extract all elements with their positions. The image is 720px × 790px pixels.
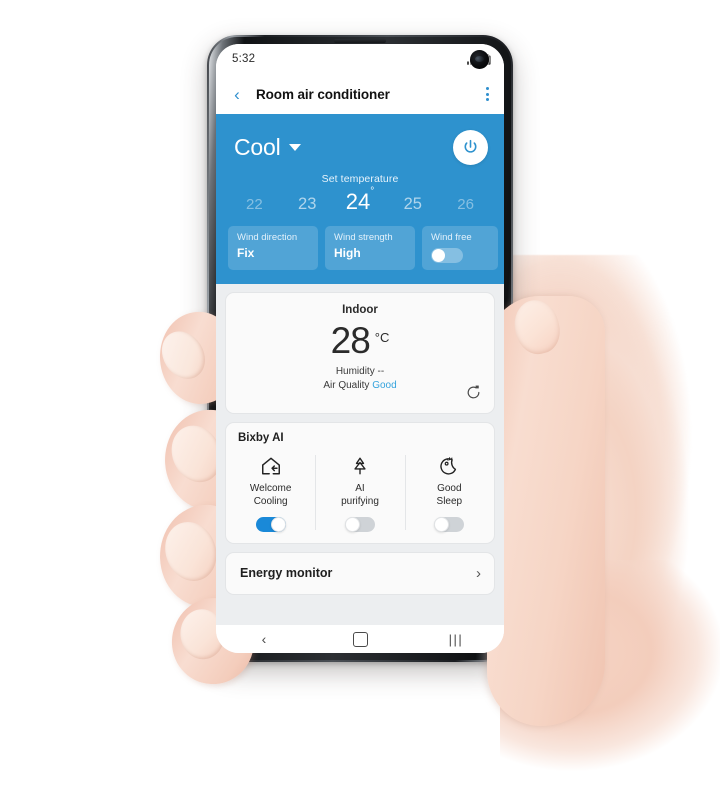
welcome-cooling-toggle[interactable] — [255, 516, 286, 532]
bixby-item-label: AI purifying — [341, 482, 379, 508]
power-button[interactable] — [453, 129, 488, 165]
chip-wind-direction[interactable]: Wind direction Fix — [228, 226, 318, 270]
ai-purifying-toggle[interactable] — [344, 516, 375, 532]
indoor-temp-unit: °C — [374, 329, 390, 345]
temp-option-22[interactable]: 22 — [228, 196, 281, 213]
label-line-2: Sleep — [436, 495, 463, 507]
bixby-items: Welcome Cooling AI purifying Good Sleep — [226, 453, 494, 532]
indoor-temp-value: 28 — [330, 319, 371, 361]
bixby-item-label: Welcome Cooling — [250, 482, 292, 508]
label-line-2: purifying — [341, 495, 379, 507]
label-line-1: AI — [355, 482, 365, 494]
chip-wind-strength[interactable]: Wind strength High — [325, 226, 415, 270]
bixby-title: Bixby AI — [238, 431, 284, 444]
scene: 5:32 ‹ Room air conditioner Cool Set tem… — [0, 0, 720, 790]
nav-back-icon[interactable]: ‹ — [244, 631, 284, 647]
chip-key: Wind free — [431, 232, 472, 243]
ac-control-panel: Cool Set temperature 22 23 24° 25 26 Win… — [216, 114, 504, 284]
bixby-item-ai-purifying[interactable]: AI purifying — [315, 453, 404, 532]
mode-label: Cool — [234, 133, 281, 160]
chip-value: Fix — [237, 245, 255, 260]
front-camera-punch-hole — [470, 50, 489, 69]
nav-home-icon[interactable] — [340, 631, 380, 647]
temp-option-23[interactable]: 23 — [281, 195, 334, 214]
toggle-knob — [270, 516, 286, 532]
air-quality-value: Good — [372, 379, 397, 391]
degree-mark: ° — [370, 185, 375, 197]
toggle-knob — [344, 516, 360, 532]
air-quality-label: Air Quality — [323, 379, 370, 391]
refresh-icon — [467, 385, 480, 399]
power-icon — [464, 139, 477, 153]
label-line-1: Good — [437, 482, 462, 494]
selected-temp-value: 24 — [345, 189, 371, 214]
toggle-knob — [434, 516, 450, 532]
app-bar: ‹ Room air conditioner — [216, 74, 504, 114]
phone-device: 5:32 ‹ Room air conditioner Cool Set tem… — [207, 35, 513, 662]
chevron-down-icon — [288, 143, 301, 151]
temp-option-26[interactable]: 26 — [439, 196, 492, 213]
status-clock: 5:32 — [232, 53, 256, 65]
palm-highlight — [505, 300, 720, 770]
fingernail — [153, 323, 214, 387]
mode-row: Cool — [216, 125, 504, 169]
chip-value: High — [334, 245, 361, 260]
energy-monitor-label: Energy monitor — [240, 566, 333, 581]
ai-purifying-tree-icon — [348, 453, 372, 479]
humidity-row: Humidity -- — [226, 366, 494, 377]
indoor-title: Indoor — [342, 303, 378, 316]
set-temperature-label: Set temperature — [321, 173, 399, 185]
refresh-button[interactable] — [465, 384, 482, 406]
chip-wind-free[interactable]: Wind free — [422, 226, 498, 270]
android-nav-bar: ‹ ||| — [216, 625, 504, 653]
bixby-item-good-sleep[interactable]: Good Sleep — [404, 453, 494, 532]
label-line-2: Cooling — [253, 495, 288, 507]
chip-key: Wind strength — [334, 232, 393, 243]
mode-selector[interactable]: Cool — [234, 134, 301, 161]
temperature-dial[interactable]: 22 23 24° 25 26 — [216, 185, 504, 215]
good-sleep-toggle[interactable] — [434, 516, 465, 532]
welcome-cooling-house-icon — [259, 453, 283, 479]
content-area: Indoor 28 °C Humidity -- Air Quality Goo… — [216, 283, 504, 653]
humidity-label: Humidity — [335, 365, 375, 377]
phone-screen: 5:32 ‹ Room air conditioner Cool Set tem… — [216, 44, 504, 653]
temp-option-24-selected[interactable]: 24° — [334, 185, 387, 215]
overflow-menu-icon[interactable] — [483, 83, 492, 105]
indoor-temperature: 28 °C — [226, 319, 494, 361]
page-title: Room air conditioner — [256, 86, 390, 102]
humidity-value: -- — [377, 365, 385, 377]
chip-key: Wind direction — [237, 232, 298, 243]
quick-settings-chips: Wind direction Fix Wind strength High Wi… — [216, 226, 504, 270]
bixby-ai-card: Bixby AI Welcome Cooling AI purifying Go… — [225, 421, 495, 544]
good-sleep-moon-icon — [437, 453, 461, 479]
chevron-right-icon: › — [476, 564, 481, 582]
toggle-knob — [432, 248, 445, 262]
wrist — [500, 560, 720, 790]
label-line-1: Welcome — [249, 482, 292, 494]
bixby-item-label: Good Sleep — [437, 482, 463, 508]
indoor-card: Indoor 28 °C Humidity -- Air Quality Goo… — [225, 291, 495, 414]
temp-option-25[interactable]: 25 — [386, 195, 439, 214]
wind-free-toggle[interactable] — [431, 247, 463, 263]
nav-recents-icon[interactable]: ||| — [436, 632, 476, 647]
earpiece-speaker — [334, 39, 386, 43]
thumbnail — [509, 295, 565, 359]
bixby-item-welcome-cooling[interactable]: Welcome Cooling — [226, 453, 315, 532]
energy-monitor-row[interactable]: Energy monitor › — [225, 551, 495, 595]
status-bar: 5:32 — [216, 44, 504, 74]
back-chevron-icon[interactable]: ‹ — [228, 85, 246, 103]
air-quality-row: Air Quality Good — [226, 380, 494, 391]
